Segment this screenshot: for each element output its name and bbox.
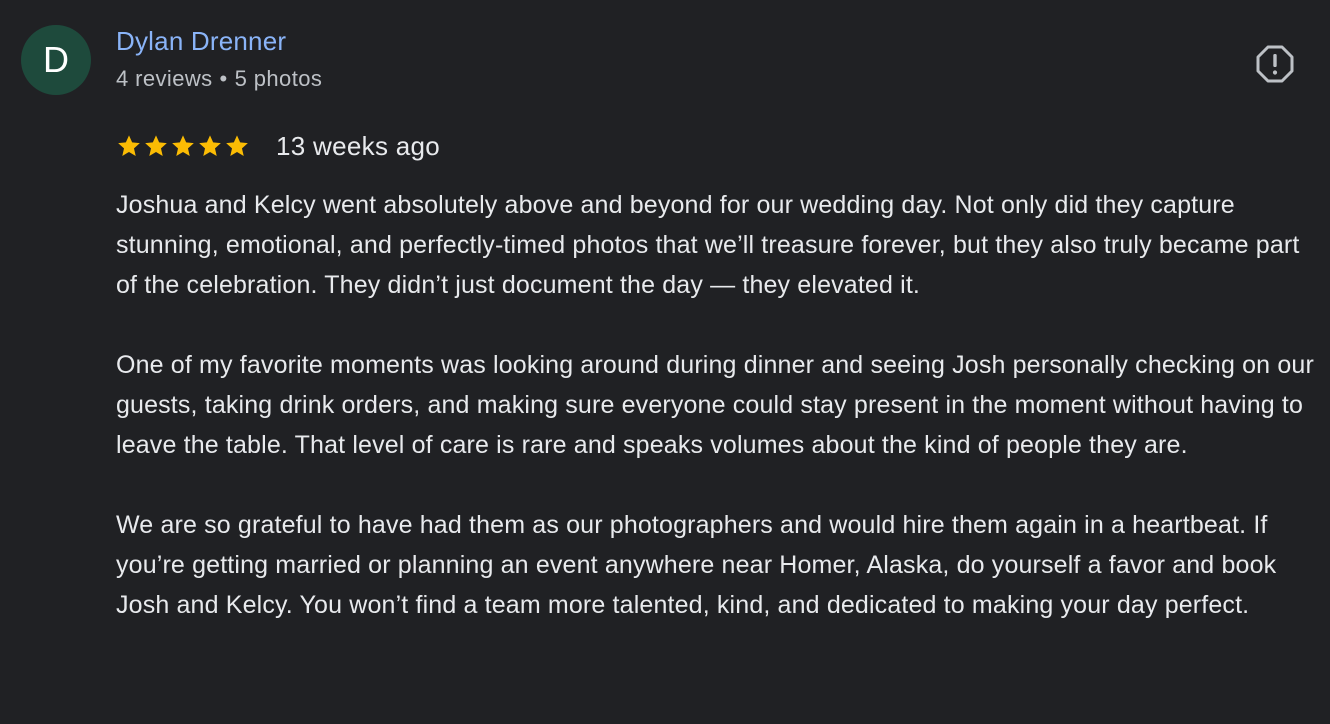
star-rating [116,133,250,159]
star-icon [118,135,140,156]
star-icon [172,135,194,156]
review-card: D Dylan Drenner 4 reviews • 5 photos 13 we… [0,0,1330,724]
star-icon [145,135,167,156]
star-icon [199,135,221,156]
meta-separator: • [219,66,228,91]
report-review-button[interactable] [1255,44,1295,84]
avatar[interactable]: D [21,25,91,95]
review-date: 13 weeks ago [276,130,441,161]
review-paragraph: One of my favorite moments was looking a… [116,351,1314,459]
rating-row: 13 weeks ago [116,128,440,164]
review-paragraph: Joshua and Kelcy went absolutely above a… [116,191,1300,299]
author-meta: 4 reviews • 5 photos [116,66,322,92]
review-paragraph: We are so grateful to have had them as o… [116,511,1277,619]
author-name[interactable]: Dylan Drenner [116,26,286,57]
author-photo-count: 5 photos [234,66,323,91]
review-text: Joshua and Kelcy went absolutely above a… [116,185,1326,625]
report-flag-icon [1256,45,1294,83]
author-review-count: 4 reviews [116,66,213,91]
star-icon [226,135,248,156]
